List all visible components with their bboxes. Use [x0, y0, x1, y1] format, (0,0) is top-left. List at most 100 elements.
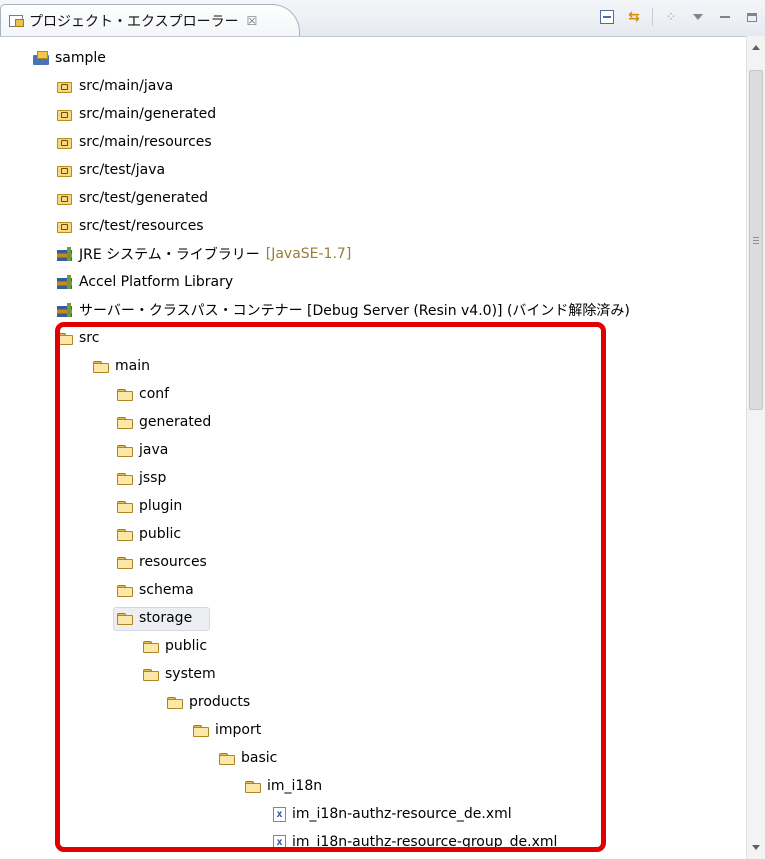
tree-item[interactable]: system [0, 660, 745, 688]
folder-icon [117, 555, 133, 569]
project-explorer-icon [9, 14, 24, 27]
tree-item[interactable]: Accel Platform Library [0, 268, 745, 296]
source-folder-icon [57, 219, 73, 233]
project-explorer-tab[interactable]: プロジェクト・エクスプローラー ☒ [0, 4, 300, 36]
tree-item[interactable]: main [0, 352, 745, 380]
tree-item[interactable]: jssp [0, 464, 745, 492]
tree-item[interactable]: JRE システム・ライブラリー [JavaSE-1.7] [0, 240, 745, 268]
tree-item[interactable]: src/main/generated [0, 100, 745, 128]
tree-item[interactable]: resources [0, 548, 745, 576]
folder-icon [117, 583, 133, 597]
folder-icon [193, 723, 209, 737]
link-with-editor-button[interactable]: ⇆ [625, 8, 643, 26]
tree-item[interactable]: basic [0, 744, 745, 772]
vertical-scrollbar[interactable] [746, 36, 765, 859]
view-toolbar: ⇆ ⁘ [598, 8, 761, 26]
xml-file-icon: x [273, 834, 286, 850]
tree-item[interactable]: products [0, 688, 745, 716]
tree-item-label: plugin [139, 498, 183, 514]
tree-item[interactable]: src/test/generated [0, 184, 745, 212]
view-menu-icon [693, 14, 703, 20]
tree-item[interactable]: im_i18n [0, 772, 745, 800]
tree-item-label: basic [241, 750, 278, 766]
tree-item-label: src/main/java [79, 78, 174, 94]
scrollbar-grip-icon [753, 237, 759, 244]
tree-item[interactable]: java [0, 436, 745, 464]
folder-icon [143, 639, 159, 653]
tree-item[interactable]: x im_i18n-authz-resource-group_de.xml [0, 828, 745, 856]
folder-icon [219, 751, 235, 765]
tree-item-label: generated [139, 414, 212, 430]
tree-item-label: system [165, 666, 216, 682]
tree-item[interactable]: src/main/resources [0, 128, 745, 156]
project-icon [33, 51, 49, 65]
toolbar-separator [652, 8, 653, 26]
source-folder-icon [57, 107, 73, 121]
folder-icon [93, 359, 109, 373]
folder-icon [167, 695, 183, 709]
filters-button[interactable]: ⁘ [662, 8, 680, 26]
source-folder-icon [57, 135, 73, 149]
tree-item-label: java [139, 442, 169, 458]
tree-item-label: src/test/generated [79, 190, 209, 206]
folder-icon [117, 471, 133, 485]
tree-item-label: storage [139, 610, 193, 626]
tree-item-label: schema [139, 582, 194, 598]
tree-item-label: products [189, 694, 251, 710]
filters-icon: ⁘ [665, 9, 677, 25]
tree-item[interactable]: src/main/java [0, 72, 745, 100]
tree-item[interactable]: conf [0, 380, 745, 408]
tree-item-label: src/test/java [79, 162, 166, 178]
tree-item-decoration: [JavaSE-1.7] [265, 246, 352, 262]
source-folder-icon [57, 191, 73, 205]
tree-item-label: sample [55, 50, 106, 66]
tree-item[interactable]: generated [0, 408, 745, 436]
tree-item[interactable]: sample [0, 44, 745, 72]
tree-item[interactable]: public [0, 632, 745, 660]
tree-item-label: src/main/resources [79, 134, 212, 150]
tree-item-label: im_i18n [267, 778, 323, 794]
tree-item[interactable]: import [0, 716, 745, 744]
scroll-up-arrow-icon[interactable] [752, 45, 760, 50]
folder-icon [117, 499, 133, 513]
link-with-editor-icon: ⇆ [628, 9, 640, 25]
library-icon [57, 247, 73, 261]
folder-icon [117, 443, 133, 457]
maximize-button[interactable] [743, 8, 761, 26]
folder-icon [245, 779, 261, 793]
minimize-icon [720, 16, 730, 18]
tree-item[interactable]: src [0, 324, 745, 352]
tree-item[interactable]: x im_i18n-authz-resource_de.xml [0, 800, 745, 828]
tree-item[interactable]: public [0, 520, 745, 548]
view-menu-button[interactable] [689, 8, 707, 26]
close-tab-icon[interactable]: ☒ [247, 14, 258, 28]
folder-icon [117, 415, 133, 429]
scrollbar-thumb[interactable] [749, 70, 763, 410]
tree-item[interactable]: サーバー・クラスパス・コンテナー [Debug Server (Resin v4… [0, 296, 745, 324]
collapse-all-icon [600, 10, 614, 24]
tree-item-label: src [79, 330, 100, 346]
tree-item-label: Accel Platform Library [79, 274, 234, 290]
tree-item[interactable]: src/test/java [0, 156, 745, 184]
tree-item-label: im_i18n-authz-resource-group_de.xml [292, 834, 558, 850]
folder-icon [117, 527, 133, 541]
tree-item-label: JRE システム・ライブラリー [79, 247, 260, 263]
tree-item-label: jssp [139, 470, 167, 486]
tree-item-label: main [115, 358, 150, 374]
tree-item-label: src/test/resources [79, 218, 204, 234]
tree-item[interactable]: schema [0, 576, 745, 604]
tree-item-label: public [165, 638, 208, 654]
tree-item-label: src/main/generated [79, 106, 217, 122]
tree-item-label: im_i18n-authz-resource_de.xml [292, 806, 512, 822]
tree-item-label: resources [139, 554, 207, 570]
minimize-button[interactable] [716, 8, 734, 26]
folder-icon [143, 667, 159, 681]
tree-item[interactable]: storage [0, 604, 745, 632]
collapse-all-button[interactable] [598, 8, 616, 26]
maximize-icon [747, 12, 757, 22]
scroll-down-arrow-icon[interactable] [752, 845, 760, 850]
tree-item[interactable]: src/test/resources [0, 212, 745, 240]
tree-item-label: サーバー・クラスパス・コンテナー [Debug Server (Resin v4… [79, 303, 630, 319]
folder-icon [117, 387, 133, 401]
tree-item[interactable]: plugin [0, 492, 745, 520]
